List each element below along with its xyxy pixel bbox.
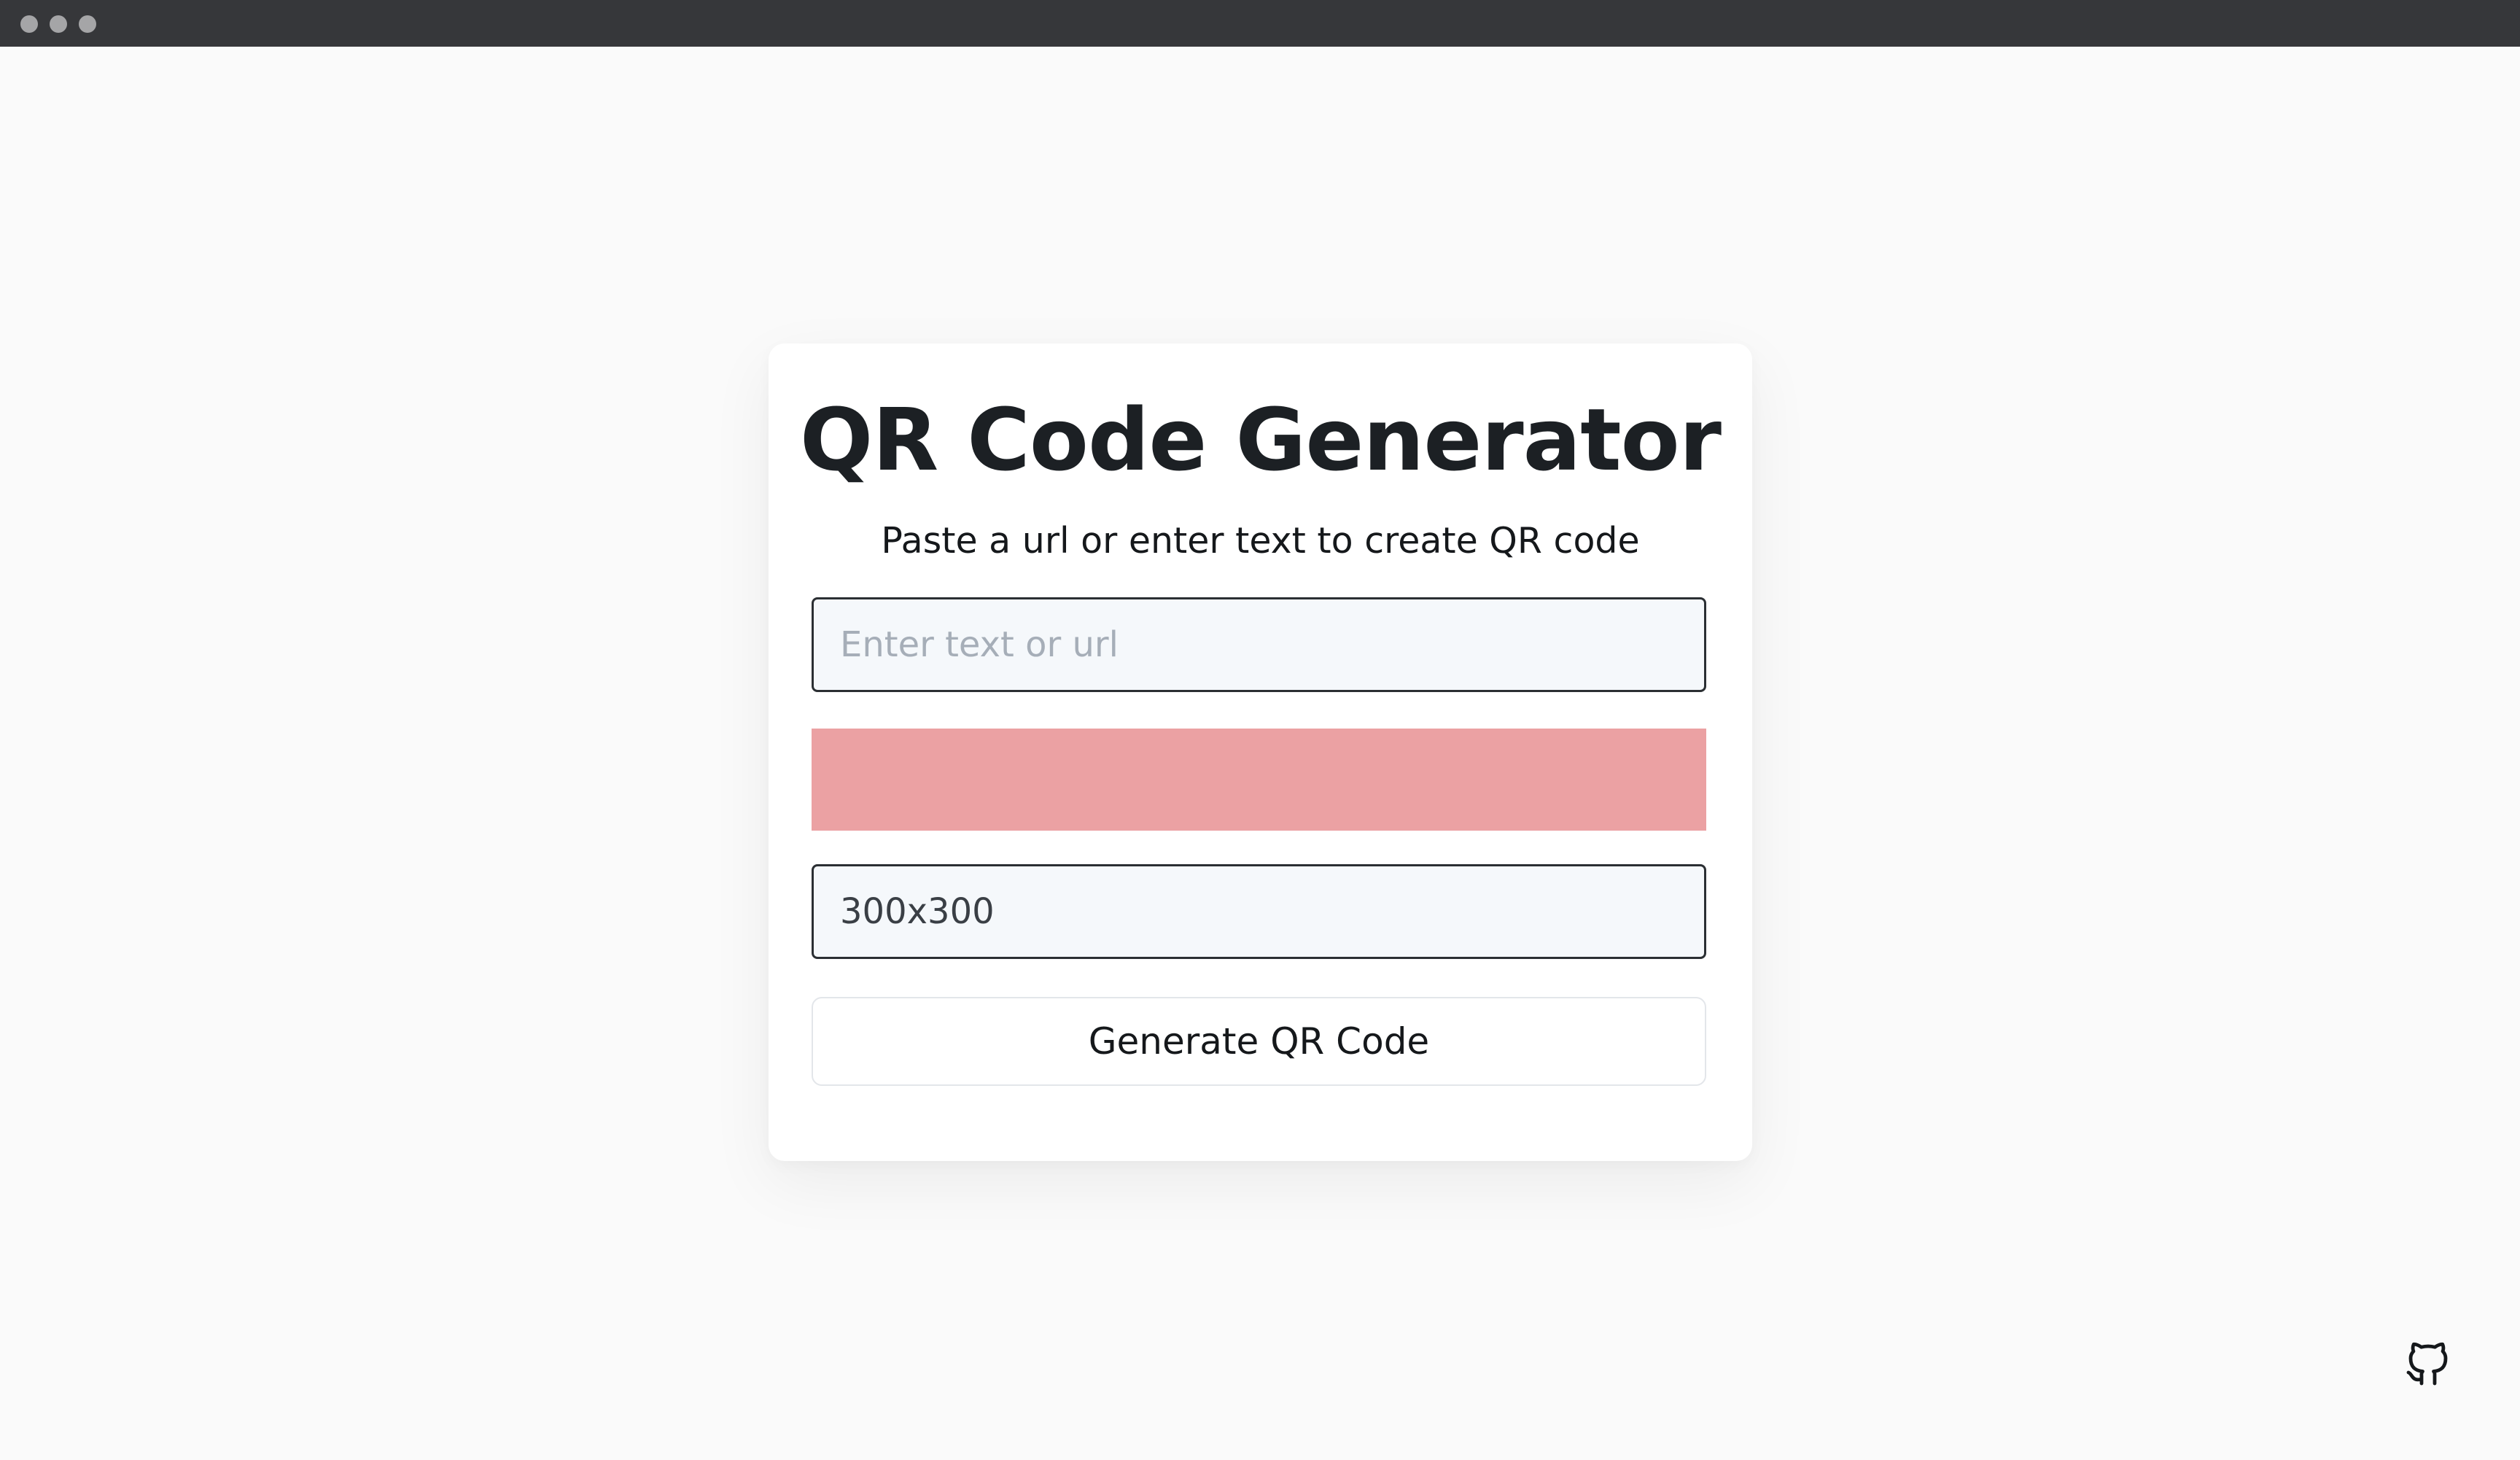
generate-qr-button[interactable]: Generate QR Code <box>812 997 1706 1086</box>
size-input[interactable] <box>812 864 1706 959</box>
window-minimize-dot[interactable] <box>50 15 67 33</box>
page-subtitle: Paste a url or enter text to create QR c… <box>881 520 1640 562</box>
window-titlebar <box>0 0 2520 47</box>
github-icon[interactable] <box>2402 1337 2454 1390</box>
window-maximize-dot[interactable] <box>79 15 96 33</box>
window-close-dot[interactable] <box>20 15 38 33</box>
qr-generator-card: QR Code Generator Paste a url or enter t… <box>769 343 1752 1161</box>
page-title: QR Code Generator <box>800 389 1722 490</box>
text-url-input[interactable] <box>812 597 1706 692</box>
color-picker[interactable] <box>812 729 1706 831</box>
